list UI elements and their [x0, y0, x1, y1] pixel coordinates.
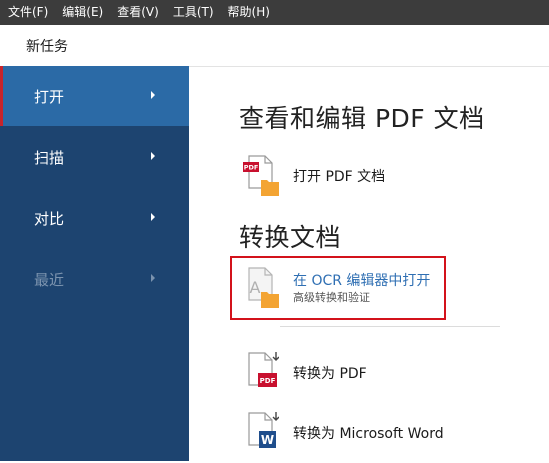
- menu-bar: 文件(F) 编辑(E) 查看(V) 工具(T) 帮助(H): [0, 0, 549, 25]
- chevron-right-icon: [151, 152, 155, 160]
- sidebar-item-recent[interactable]: 最近: [0, 249, 189, 309]
- menu-view[interactable]: 查看(V): [109, 0, 165, 25]
- open-pdf-button[interactable]: PDF 打开 PDF 文档: [231, 154, 481, 206]
- sidebar-item-scan[interactable]: 扫描: [0, 127, 189, 187]
- convert-pdf-icon: PDF: [248, 352, 279, 387]
- sidebar-item-label: 对比: [34, 210, 65, 228]
- chevron-right-icon: [151, 274, 155, 282]
- highlight-box: [230, 256, 446, 320]
- open-pdf-label: 打开 PDF 文档: [293, 169, 386, 185]
- sidebar-item-label: 最近: [34, 271, 65, 289]
- sidebar-item-compare[interactable]: 对比: [0, 188, 189, 248]
- section-heading-convert: 转换文档: [239, 223, 342, 252]
- convert-to-word-button[interactable]: W 转换为 Microsoft Word: [231, 411, 481, 463]
- sidebar-item-label: 扫描: [34, 149, 65, 167]
- svg-text:W: W: [261, 433, 274, 447]
- menu-tools[interactable]: 工具(T): [165, 0, 220, 25]
- convert-word-icon: W: [248, 412, 279, 448]
- sidebar: 打开 扫描 对比 最近: [0, 66, 189, 461]
- svg-text:PDF: PDF: [260, 377, 276, 385]
- convert-to-pdf-button[interactable]: PDF 转换为 PDF: [231, 351, 481, 403]
- section-heading-view-edit: 查看和编辑 PDF 文档: [239, 104, 485, 133]
- task-header: 新任务: [0, 25, 549, 67]
- convert-to-word-label: 转换为 Microsoft Word: [293, 426, 444, 442]
- menu-help[interactable]: 帮助(H): [220, 0, 276, 25]
- menu-edit[interactable]: 编辑(E): [54, 0, 109, 25]
- page-title: 新任务: [26, 39, 68, 55]
- chevron-right-icon: [151, 91, 155, 99]
- svg-text:PDF: PDF: [244, 164, 259, 172]
- chevron-right-icon: [151, 213, 155, 221]
- convert-to-pdf-label: 转换为 PDF: [293, 366, 367, 382]
- divider: [280, 326, 500, 327]
- sidebar-item-open[interactable]: 打开: [0, 66, 189, 126]
- sidebar-item-label: 打开: [34, 88, 65, 106]
- menu-file[interactable]: 文件(F): [0, 0, 54, 25]
- pdf-folder-icon: PDF: [243, 155, 279, 196]
